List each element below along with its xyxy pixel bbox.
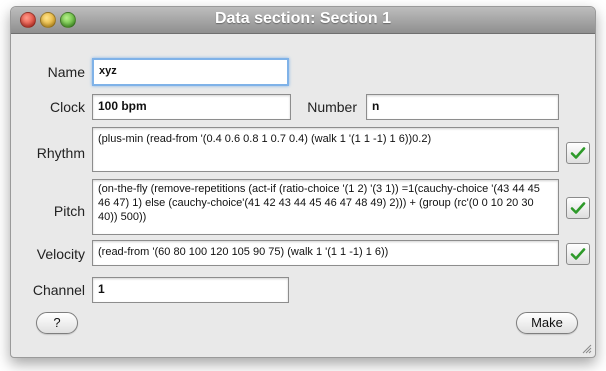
rhythm-label: Rhythm	[36, 145, 85, 161]
checkmark-icon	[570, 147, 586, 159]
velocity-check-button[interactable]	[566, 243, 590, 265]
checkmark-icon	[570, 248, 586, 260]
clock-label: Clock	[49, 99, 85, 115]
title-bar: Data section: Section 1	[11, 7, 595, 34]
help-button[interactable]: ?	[36, 312, 78, 334]
number-field[interactable]: n	[366, 94, 559, 120]
velocity-label: Velocity	[36, 246, 85, 262]
name-label: Name	[47, 64, 85, 80]
number-label: Number	[307, 99, 357, 115]
channel-label: Channel	[32, 282, 85, 298]
channel-field[interactable]: 1	[92, 277, 289, 303]
pitch-label: Pitch	[53, 203, 85, 219]
rhythm-check-button[interactable]	[566, 142, 590, 164]
pitch-check-button[interactable]	[566, 197, 590, 219]
checkmark-icon	[570, 202, 586, 214]
velocity-field[interactable]: (read-from '(60 80 100 120 105 90 75) (w…	[92, 240, 559, 266]
make-button[interactable]: Make	[516, 312, 578, 334]
name-field[interactable]: xyz	[92, 58, 289, 86]
resize-grip-icon[interactable]	[580, 342, 592, 354]
pitch-field[interactable]: (on-the-fly (remove-repetitions (act-if …	[92, 179, 559, 235]
rhythm-field[interactable]: (plus-min (read-from '(0.4 0.6 0.8 1 0.7…	[92, 127, 559, 172]
clock-field[interactable]: 100 bpm	[92, 94, 291, 120]
window-title: Data section: Section 1	[214, 10, 392, 27]
data-section-window: Data section: Section 1 Name xyz Clock 1…	[10, 6, 596, 358]
